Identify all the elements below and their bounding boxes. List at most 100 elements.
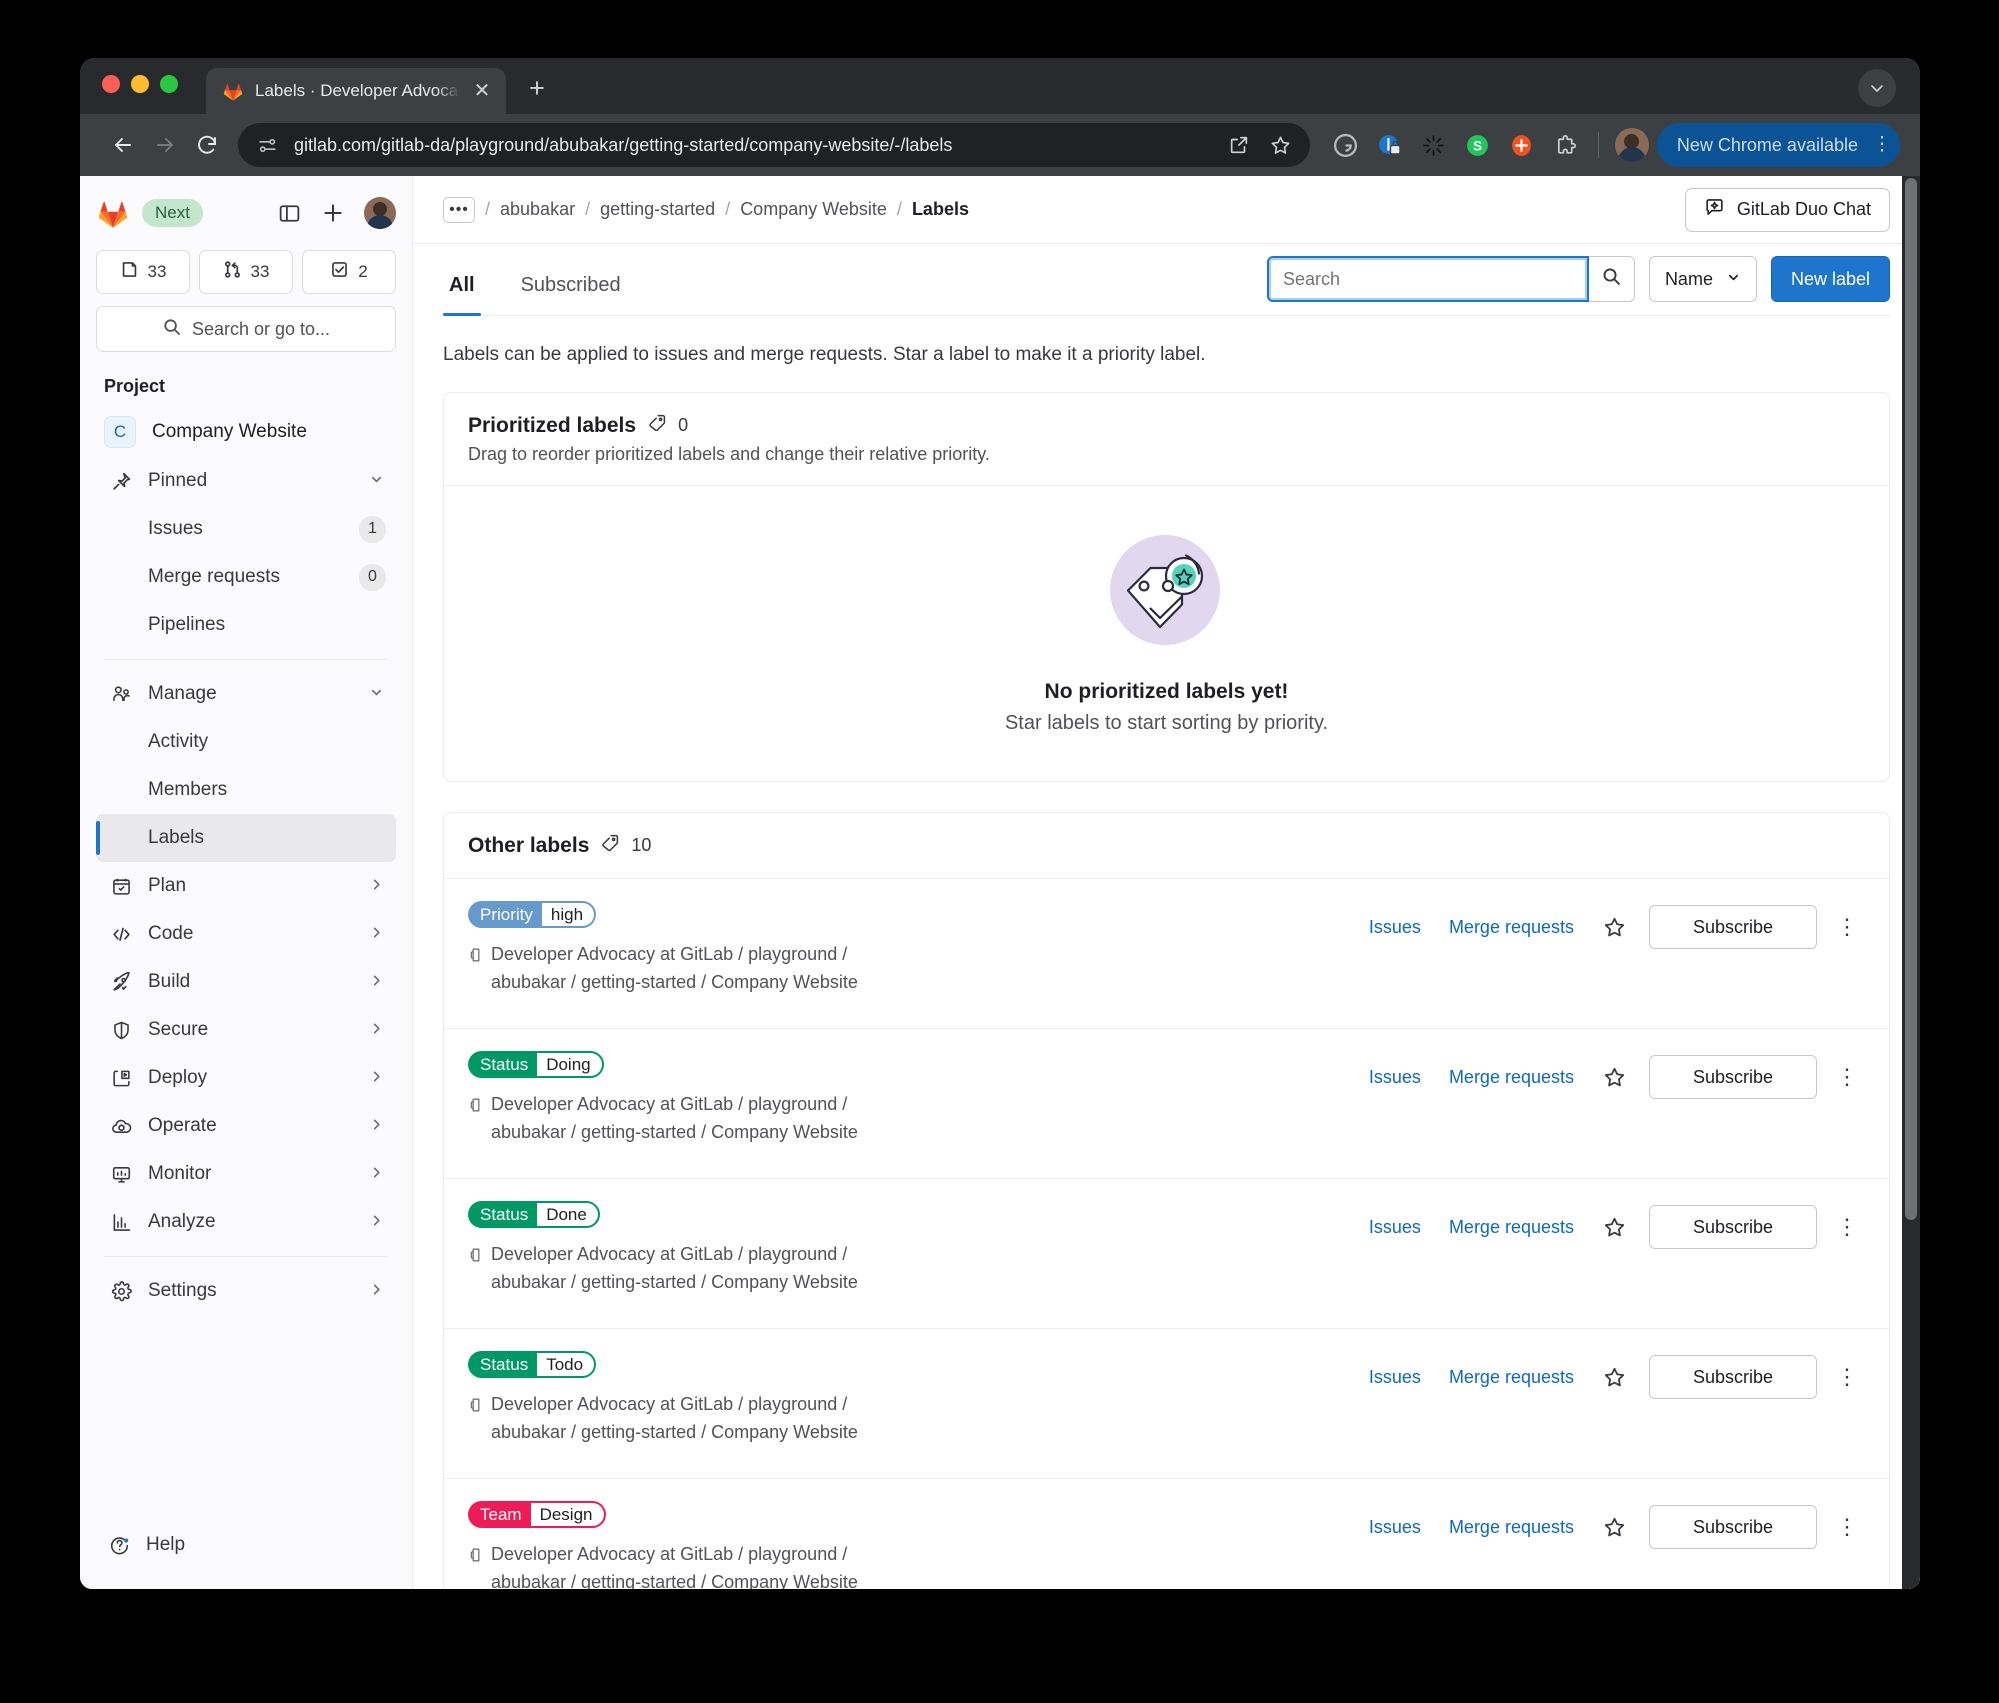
sidebar-item-members[interactable]: Members [96,766,396,814]
address-bar[interactable]: gitlab.com/gitlab-da/playground/abubakar… [238,123,1310,167]
label-issues-link[interactable]: Issues [1369,917,1421,938]
breadcrumb-more-button[interactable]: ••• [443,196,475,223]
star-icon[interactable] [1602,1065,1627,1090]
next-badge[interactable]: Next [142,199,203,227]
sessionbox-extension-icon[interactable]: S [1463,130,1493,160]
page-scrollbar[interactable] [1902,176,1920,1589]
tab-subscribed[interactable]: Subscribed [515,274,627,315]
sidebar-footer: Help [80,1513,412,1589]
plus-extension-icon[interactable] [1507,130,1537,160]
sidebar-item-settings[interactable]: Settings [96,1267,396,1315]
new-label-button[interactable]: New label [1770,256,1890,302]
close-tab-button[interactable]: ✕ [471,81,493,101]
kebab-menu-icon[interactable]: ⋮ [1829,1507,1865,1547]
gl-label-chip[interactable]: Team Design [468,1501,606,1528]
new-tab-button[interactable]: + [522,75,552,102]
sidebar-item-deploy[interactable]: Deploy [96,1054,396,1102]
sidebar-item-plan[interactable]: Plan [96,862,396,910]
label-subscribe-button[interactable]: Subscribe [1649,1355,1817,1399]
label-subscribe-button[interactable]: Subscribe [1649,905,1817,949]
sidebar-item-labels[interactable]: Labels [96,814,396,862]
close-window-button[interactable] [102,75,120,93]
sort-dropdown[interactable]: Name [1648,256,1757,302]
label-issues-link[interactable]: Issues [1369,1367,1421,1388]
label-merge-requests-link[interactable]: Merge requests [1449,1367,1574,1388]
scrollbar-thumb[interactable] [1905,178,1917,1220]
user-avatar[interactable] [364,197,396,229]
label-issues-link[interactable]: Issues [1369,1217,1421,1238]
gl-label-chip[interactable]: Status Done [468,1201,600,1228]
label-project-path-text: Developer Advocacy at GitLab / playgroun… [491,944,858,992]
label-merge-requests-link[interactable]: Merge requests [1449,1067,1574,1088]
reload-icon[interactable] [186,124,228,166]
kebab-menu-icon[interactable]: ⋮ [1829,907,1865,947]
minimize-window-button[interactable] [131,75,149,93]
label-row: Team Design Developer Advocacy at GitLab… [444,1479,1889,1589]
sidebar-item-manage[interactable]: Manage [96,670,396,718]
search-or-go-to-button[interactable]: Search or go to... [96,306,396,352]
star-icon[interactable] [1602,1215,1627,1240]
sidebar-item-code[interactable]: Code [96,910,396,958]
browser-tab[interactable]: Labels · Developer Advocacy ✕ [206,68,506,114]
sidebar-item-label: Code [148,923,194,944]
chrome-update-button[interactable]: New Chrome available ⋮ [1656,123,1900,167]
site-settings-icon[interactable] [252,130,282,160]
chevron-down-icon[interactable] [1858,69,1896,107]
counter-merge-requests[interactable]: 33 [199,250,293,294]
label-subscribe-button[interactable]: Subscribe [1649,1505,1817,1549]
kebab-menu-icon[interactable]: ⋮ [1829,1057,1865,1097]
kebab-menu-icon[interactable]: ⋮ [1872,135,1892,154]
counter-todos[interactable]: 2 [302,250,396,294]
forward-arrow-icon[interactable] [144,124,186,166]
gitlab-logo-icon[interactable] [96,196,130,230]
label-issues-link[interactable]: Issues [1369,1067,1421,1088]
label-merge-requests-link[interactable]: Merge requests [1449,1517,1574,1538]
breadcrumb-item-getting-started[interactable]: getting-started [600,199,715,220]
grammarly-extension-icon[interactable] [1331,130,1361,160]
label-scope: Priority [480,905,533,924]
sidebar-item-pipelines[interactable]: Pipelines [96,601,396,649]
sidebar-item-analyze[interactable]: Analyze [96,1198,396,1246]
tab-all[interactable]: All [443,274,481,316]
label-merge-requests-link[interactable]: Merge requests [1449,917,1574,938]
search-input[interactable] [1266,256,1589,302]
plus-icon[interactable] [316,196,350,230]
sidebar-item-secure[interactable]: Secure [96,1006,396,1054]
loading-spinner-icon[interactable] [1419,130,1449,160]
counter-issues[interactable]: 33 [96,250,190,294]
bitwarden-extension-icon[interactable] [1375,130,1405,160]
gl-label-chip[interactable]: Priority high [468,901,597,928]
star-icon[interactable] [1602,1515,1627,1540]
star-icon[interactable] [1602,915,1627,940]
label-issues-link[interactable]: Issues [1369,1517,1421,1538]
maximize-window-button[interactable] [160,75,178,93]
star-icon[interactable] [1602,1365,1627,1390]
sidebar-item-build[interactable]: Build [96,958,396,1006]
profile-avatar[interactable] [1614,128,1649,162]
puzzle-extensions-icon[interactable] [1551,130,1581,160]
share-icon[interactable] [1224,130,1254,160]
breadcrumb-item-abubakar[interactable]: abubakar [500,199,575,220]
label-merge-requests-link[interactable]: Merge requests [1449,1217,1574,1238]
kebab-menu-icon[interactable]: ⋮ [1829,1207,1865,1247]
sidebar-item-monitor[interactable]: Monitor [96,1150,396,1198]
sidebar-item-help[interactable]: Help [96,1523,396,1567]
kebab-menu-icon[interactable]: ⋮ [1829,1357,1865,1397]
sidebar-item-issues[interactable]: Issues 1 [96,505,396,553]
breadcrumb-item-company-website[interactable]: Company Website [740,199,887,220]
label-subscribe-button[interactable]: Subscribe [1649,1055,1817,1099]
gitlab-duo-chat-button[interactable]: GitLab Duo Chat [1684,187,1890,232]
search-submit-button[interactable] [1588,256,1635,302]
sidebar-item-pinned[interactable]: Pinned [96,457,396,505]
label-subscribe-button[interactable]: Subscribe [1649,1205,1817,1249]
gl-label-chip[interactable]: Status Doing [468,1051,604,1078]
back-arrow-icon[interactable] [102,124,144,166]
sidebar-item-merge-requests[interactable]: Merge requests 0 [96,553,396,601]
bookmark-star-icon[interactable] [1266,130,1296,160]
sidebar-toggle-icon[interactable] [272,196,306,230]
other-labels-header: Other labels 10 [444,813,1889,879]
gl-label-chip[interactable]: Status Todo [468,1351,597,1378]
sidebar-item-operate[interactable]: Operate [96,1102,396,1150]
sidebar-item-activity[interactable]: Activity [96,718,396,766]
sidebar-item-company-website[interactable]: C Company Website [96,407,396,457]
